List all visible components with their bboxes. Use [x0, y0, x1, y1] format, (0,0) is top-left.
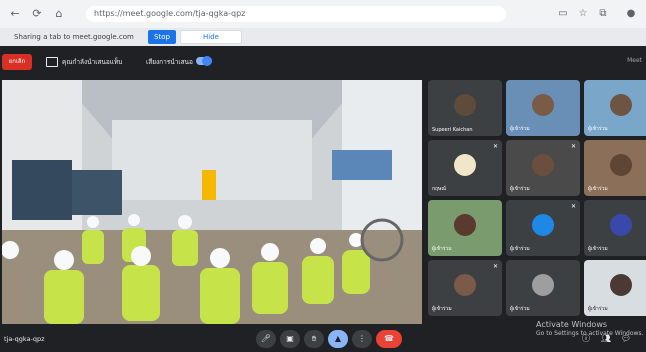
- mic-muted-icon: ✕: [492, 263, 498, 270]
- presenting-label: คุณกำลังนำเสนอแท็บ: [62, 58, 123, 66]
- participant-name: ผู้เข้าร่วม: [510, 126, 530, 132]
- audio-toggle[interactable]: [196, 56, 212, 66]
- participant-tile[interactable]: ✕ ผู้เข้าร่วม: [506, 140, 580, 196]
- participant-tile[interactable]: ผู้เข้าร่วม: [506, 260, 580, 316]
- meeting-code: tja-qgka-qpz: [4, 335, 45, 343]
- present-icon: [46, 57, 58, 67]
- browser-toolbar: ← ⟳ ⌂ https://meet.google.com/tja-qgka-q…: [0, 0, 646, 28]
- participant-tile[interactable]: ผู้เข้าร่วม: [506, 80, 580, 136]
- participant-tile[interactable]: ✕ กฤษณ์: [428, 140, 502, 196]
- participant-tile[interactable]: ผู้เข้าร่วม: [428, 200, 502, 256]
- presentation-bar: ยกเลิก คุณกำลังนำเสนอแท็บ เสียงการนำเสนอ…: [0, 46, 646, 76]
- participant-name: Supeeri Kaichan: [432, 127, 473, 133]
- favorites-icon[interactable]: ☆: [576, 7, 590, 21]
- participant-name: ผู้เข้าร่วม: [588, 186, 608, 192]
- participant-tile[interactable]: Supeeri Kaichan: [428, 80, 502, 136]
- back-icon[interactable]: ←: [8, 7, 22, 21]
- refresh-icon[interactable]: ⟳: [30, 7, 44, 21]
- participant-name: ผู้เข้าร่วม: [588, 306, 608, 312]
- end-call-button[interactable]: ☎︎: [376, 330, 402, 348]
- participant-tile[interactable]: ✕ ผู้เข้าร่วม: [584, 200, 646, 256]
- mic-muted-icon: ✕: [570, 143, 576, 150]
- presented-video: [2, 80, 422, 324]
- extensions-icon[interactable]: ▭: [556, 7, 570, 21]
- stop-presenting-button[interactable]: ยกเลิก: [2, 54, 32, 70]
- mic-icon[interactable]: 🎤︎: [256, 330, 276, 348]
- participant-tile[interactable]: ✕ ผู้เข้าร่วม: [428, 260, 502, 316]
- participant-name: ผู้เข้าร่วม: [588, 126, 608, 132]
- meet-window: ยกเลิก คุณกำลังนำเสนอแท็บ เสียงการนำเสนอ…: [0, 46, 646, 352]
- present-button[interactable]: ▲: [328, 330, 348, 348]
- share-message: Sharing a tab to meet.google.com: [14, 33, 134, 41]
- hide-button[interactable]: Hide: [180, 30, 242, 44]
- more-options-icon[interactable]: ⋮: [352, 330, 372, 348]
- share-notification-bar: Sharing a tab to meet.google.com Stop Hi…: [0, 28, 646, 46]
- activate-windows-watermark: Activate Windows: [536, 320, 608, 329]
- meet-label: Meet: [627, 57, 642, 64]
- participant-tile[interactable]: ✕ ผู้เข้าร่วม: [584, 140, 646, 196]
- participant-tile[interactable]: ผู้เข้าร่วม: [584, 80, 646, 136]
- participant-tile[interactable]: ✕ ผู้เข้าร่วม: [506, 200, 580, 256]
- participant-name: ผู้เข้าร่วม: [588, 246, 608, 252]
- collections-icon[interactable]: ⧉: [596, 7, 610, 21]
- participant-name: ผู้เข้าร่วม: [510, 306, 530, 312]
- audio-label: เสียงการนำเสนอ: [146, 58, 193, 66]
- activate-windows-subtext: Go to Settings to activate Windows.: [536, 330, 644, 337]
- address-bar[interactable]: https://meet.google.com/tja-qgka-qpz: [86, 6, 506, 22]
- participant-name: ผู้เข้าร่วม: [432, 246, 452, 252]
- participant-name: กฤษณ์: [432, 186, 446, 192]
- camera-icon[interactable]: ▣: [280, 330, 300, 348]
- stop-sharing-button[interactable]: Stop: [148, 30, 176, 44]
- participant-name: ผู้เข้าร่วม: [510, 186, 530, 192]
- participant-name: ผู้เข้าร่วม: [432, 306, 452, 312]
- home-icon[interactable]: ⌂: [52, 7, 66, 21]
- raise-hand-icon[interactable]: ✋︎: [304, 330, 324, 348]
- mic-muted-icon: ✕: [570, 203, 576, 210]
- participant-name: ผู้เข้าร่วม: [510, 246, 530, 252]
- profile-icon[interactable]: ●: [624, 7, 638, 21]
- participant-tile[interactable]: ผู้เข้าร่วม: [584, 260, 646, 316]
- mic-muted-icon: ✕: [492, 143, 498, 150]
- workshop-scene: [2, 80, 422, 324]
